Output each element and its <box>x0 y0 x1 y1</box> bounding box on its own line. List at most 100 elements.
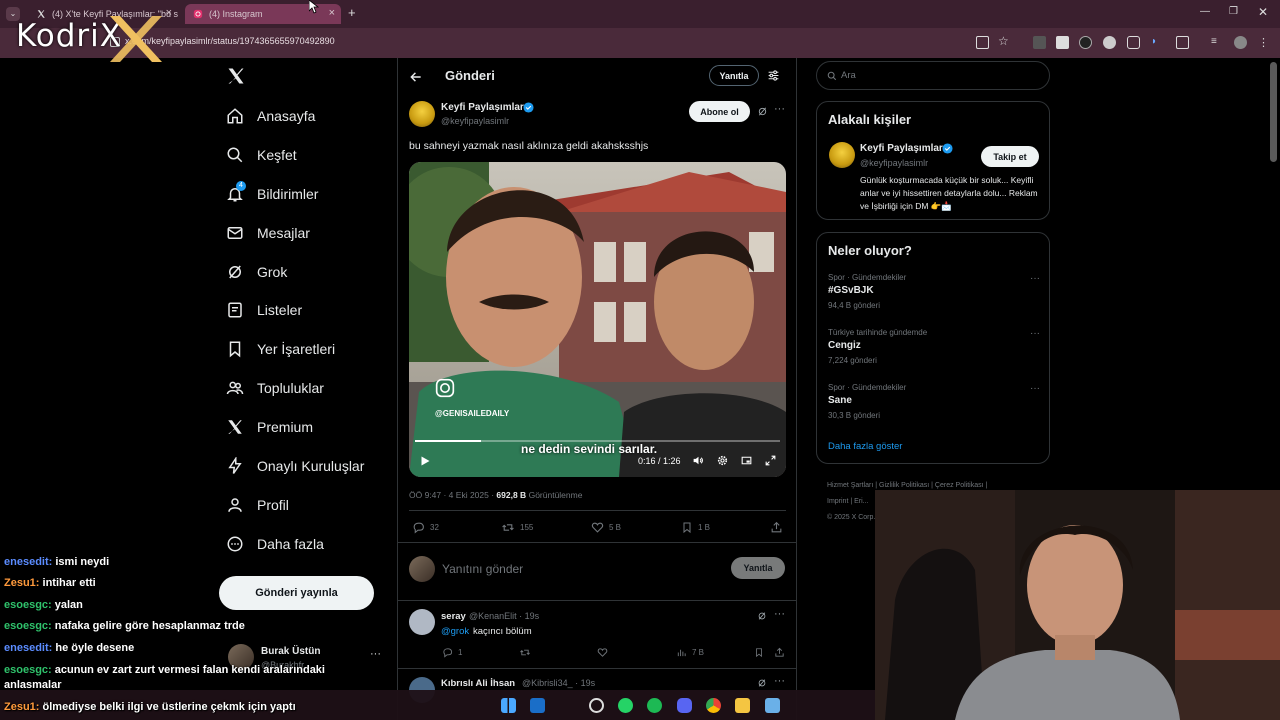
page-scrollbar[interactable] <box>1270 62 1277 162</box>
search-box[interactable]: Ara <box>816 61 1050 90</box>
extension-icon[interactable]: ◗ <box>1151 36 1164 49</box>
more-icon[interactable]: ··· <box>1030 273 1040 284</box>
views-action[interactable]: 7 B <box>676 647 704 658</box>
more-icon[interactable]: ··· <box>1030 328 1040 339</box>
profile-avatar-icon[interactable] <box>1234 36 1247 49</box>
nav-anasayfa[interactable]: Anasayfa <box>226 102 315 130</box>
trend-item[interactable]: Türkiye tarihinde gündemde Cengiz 7,224 … <box>828 328 1040 365</box>
footer-link[interactable]: Imprint <box>827 498 848 505</box>
webcam-image <box>875 490 1280 720</box>
tweet-timestamp[interactable]: ÖÖ 9:47 · 4 Eki 2025 · <box>409 490 494 500</box>
discord-icon[interactable] <box>677 698 692 713</box>
spotify-icon[interactable] <box>647 698 662 713</box>
volume-icon[interactable] <box>692 454 705 467</box>
extension-icon[interactable] <box>1079 36 1092 49</box>
search-input[interactable]: Ara <box>841 70 856 81</box>
install-app-icon[interactable] <box>976 36 989 49</box>
nav-topluluklar[interactable]: Topluluklar <box>226 374 324 402</box>
settings-gear-icon[interactable] <box>716 454 729 467</box>
more-icon[interactable]: ··· <box>1030 383 1040 394</box>
nav-yer-isaretleri[interactable]: Yer İşaretleri <box>226 335 335 363</box>
video-player[interactable]: @GENISAILEDAILY ne dedin sevindi sarılar… <box>409 162 786 477</box>
extension-icon[interactable] <box>1103 36 1116 49</box>
related-avatar[interactable] <box>829 142 855 168</box>
nav-kesfet[interactable]: Keşfet <box>226 141 297 169</box>
reply-submit-button[interactable]: Yanıtla <box>731 557 785 579</box>
retweet-action[interactable]: 155 <box>501 521 533 534</box>
filter-sliders-icon[interactable] <box>767 69 780 82</box>
bookmark-star-icon[interactable]: ☆ <box>998 34 1011 48</box>
extension-icon[interactable] <box>1127 36 1140 49</box>
show-more-link[interactable]: Daha fazla göster <box>828 441 902 452</box>
post-button[interactable]: Gönderi yayınla <box>219 576 374 610</box>
nav-grok[interactable]: Grok <box>226 258 287 286</box>
trend-item[interactable]: Spor · Gündemdekiler Sane 30,3 B gönderi… <box>828 383 1040 420</box>
grok-icon[interactable] <box>757 678 767 688</box>
minimize-button[interactable]: — <box>1200 6 1210 17</box>
tab-close-icon[interactable]: × <box>329 7 335 19</box>
subscribe-button[interactable]: Abone ol <box>689 101 750 122</box>
reply-avatar[interactable] <box>409 609 435 635</box>
nav-onayli-kuruluslar[interactable]: Onaylı Kuruluşlar <box>226 452 364 480</box>
grok-icon[interactable] <box>757 106 768 117</box>
trend-item[interactable]: Spor · Gündemdekiler #GSvBJK 94,4 B gönd… <box>828 273 1040 310</box>
reply-action[interactable]: 1 <box>442 647 462 658</box>
x-logo-icon[interactable] <box>226 66 246 86</box>
outlook-icon[interactable] <box>530 698 545 713</box>
more-icon[interactable]: ··· <box>774 675 785 687</box>
more-icon[interactable]: ··· <box>774 608 785 620</box>
nav-daha-fazla[interactable]: Daha fazla <box>226 530 324 558</box>
nav-mesajlar[interactable]: Mesajlar <box>226 219 310 247</box>
bookmark-icon[interactable] <box>754 647 764 658</box>
share-icon[interactable] <box>770 521 783 534</box>
browser-menu-icon[interactable]: ⋮ <box>1258 36 1271 49</box>
bookmark-action[interactable]: 1 B <box>681 521 710 534</box>
windows-start-icon[interactable] <box>501 698 516 713</box>
reply-author[interactable]: seray <box>441 611 466 622</box>
chrome-icon[interactable] <box>706 698 721 713</box>
extensions-puzzle-icon[interactable] <box>1176 36 1189 49</box>
more-icon[interactable]: ··· <box>774 103 785 115</box>
video-progress-track[interactable] <box>415 440 780 442</box>
nav-listeler[interactable]: Listeler <box>226 296 302 324</box>
extension-icon[interactable] <box>1056 36 1069 49</box>
nav-profil[interactable]: Profil <box>226 491 289 519</box>
back-arrow-icon[interactable] <box>409 70 423 84</box>
reply-mention[interactable]: @grok <box>441 626 469 637</box>
new-tab-button[interactable]: + <box>348 5 356 20</box>
follow-button[interactable]: Takip et <box>981 146 1039 167</box>
reply-item[interactable]: seray @KenanElit · 19s ··· @grok kaçıncı… <box>398 601 796 667</box>
whatsapp-icon[interactable] <box>618 698 633 713</box>
author-handle[interactable]: @keyfipaylasimlr <box>441 116 509 126</box>
nav-premium[interactable]: Premium <box>226 413 313 441</box>
tab-groups-icon[interactable]: ≡ <box>1211 36 1224 49</box>
grok-icon[interactable] <box>757 611 767 621</box>
share-icon[interactable] <box>774 647 785 658</box>
extension-icon[interactable] <box>1033 36 1046 49</box>
more-icon[interactable]: ··· <box>370 648 381 660</box>
retweet-icon[interactable] <box>519 647 531 658</box>
picture-in-picture-icon[interactable] <box>740 454 753 467</box>
footer-link[interactable]: Gizlilik Politikası <box>879 482 929 489</box>
footer-link[interactable]: Hizmet Şartları <box>827 482 873 489</box>
play-icon[interactable] <box>419 455 431 467</box>
fullscreen-icon[interactable] <box>764 454 777 467</box>
author-avatar[interactable] <box>409 101 435 127</box>
related-name[interactable]: Keyfi Paylaşımlar <box>860 143 943 154</box>
file-explorer-icon[interactable] <box>735 698 750 713</box>
people-icon <box>226 381 244 395</box>
footer-link[interactable]: Çerez Politikası <box>935 482 984 489</box>
reply-input[interactable]: Yanıtını gönder <box>442 562 523 576</box>
footer-link[interactable]: Eri... <box>854 498 868 505</box>
heart-icon[interactable] <box>597 647 608 658</box>
like-action[interactable]: 5 B <box>591 521 621 534</box>
chatgpt-icon[interactable] <box>589 698 604 713</box>
reply-action[interactable]: 32 <box>412 521 439 534</box>
notepad-icon[interactable] <box>765 698 780 713</box>
nav-bildirimler[interactable]: Bildirimler 4 <box>226 180 318 208</box>
reply-author[interactable]: Kıbrıslı Ali İhsan <box>441 678 515 689</box>
close-window-button[interactable]: ✕ <box>1258 5 1268 19</box>
author-name[interactable]: Keyfi Paylaşımlar <box>441 102 524 113</box>
header-reply-button[interactable]: Yanıtla <box>709 65 759 86</box>
restore-button[interactable]: ❐ <box>1229 6 1238 17</box>
